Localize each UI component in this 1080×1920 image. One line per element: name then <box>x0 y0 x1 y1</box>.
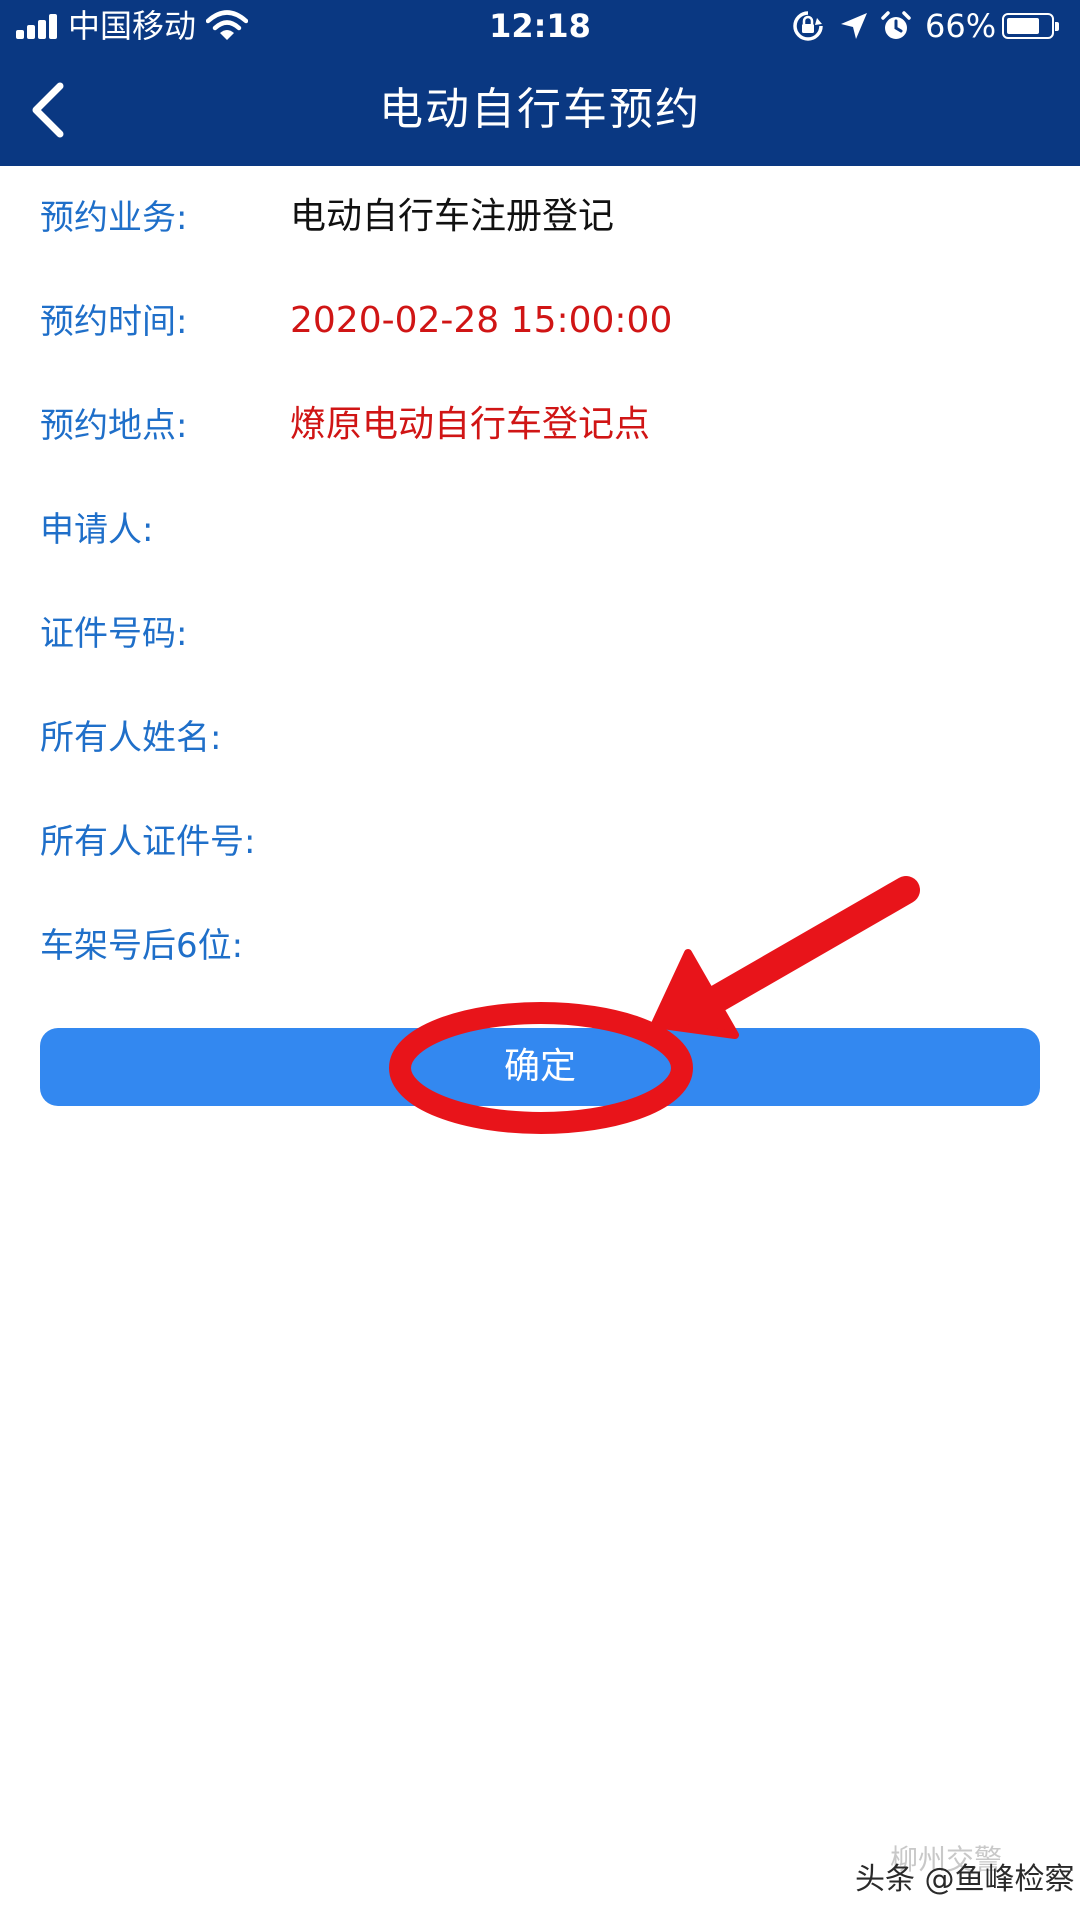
status-time: 12:18 <box>489 7 591 45</box>
field-label: 预约业务: <box>40 198 188 238</box>
field-label: 所有人证件号: <box>40 822 256 862</box>
orientation-lock-icon <box>793 11 823 41</box>
nav-bar: 电动自行车预约 <box>0 60 1080 160</box>
field-label: 申请人: <box>40 510 154 550</box>
row-appointment-business: 预约业务: 电动自行车注册登记 <box>0 166 1080 270</box>
row-owner-name: 所有人姓名: <box>0 686 1080 790</box>
field-value: 2020-02-28 15:00:00 <box>290 300 673 341</box>
row-appointment-time: 预约时间: 2020-02-28 15:00:00 <box>0 270 1080 374</box>
app-screen: 中国移动 12:18 66% 电动自行车预约 预约业务: 电动自行车注册登记 预… <box>0 0 1080 1920</box>
row-applicant: 申请人: <box>0 478 1080 582</box>
field-value: 电动自行车注册登记 <box>290 196 615 237</box>
field-label: 预约地点: <box>40 406 188 446</box>
alarm-icon <box>881 11 911 39</box>
battery-icon <box>1002 13 1059 39</box>
field-value: 燎原电动自行车登记点 <box>290 404 651 445</box>
location-arrow-icon <box>841 13 867 39</box>
row-owner-id-number: 所有人证件号: <box>0 790 1080 894</box>
row-appointment-location: 预约地点: 燎原电动自行车登记点 <box>0 374 1080 478</box>
row-frame-number-last6: 车架号后6位: <box>0 894 1080 998</box>
status-bar: 中国移动 12:18 66% <box>0 0 1080 54</box>
app-header: 中国移动 12:18 66% 电动自行车预约 <box>0 0 1080 166</box>
field-label: 所有人姓名: <box>40 718 222 758</box>
field-label: 证件号码: <box>40 614 188 654</box>
row-id-number: 证件号码: <box>0 582 1080 686</box>
source-watermark: 头条 @鱼峰检察 <box>855 1862 1075 1897</box>
field-label: 预约时间: <box>40 302 188 342</box>
page-title: 电动自行车预约 <box>379 84 701 135</box>
confirm-button[interactable]: 确定 <box>40 1028 1040 1106</box>
field-label: 车架号后6位: <box>40 926 244 966</box>
battery-percent: 66% <box>925 7 997 45</box>
